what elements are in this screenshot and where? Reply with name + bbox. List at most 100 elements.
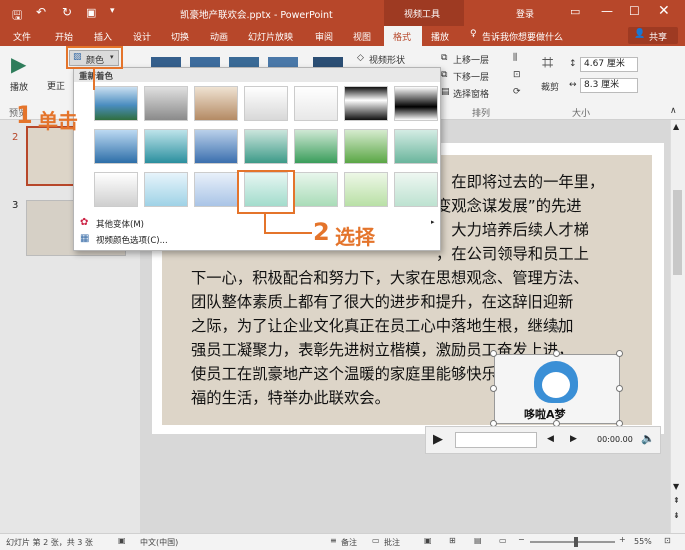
- recolor-swatch[interactable]: [94, 172, 138, 207]
- scroll-up-icon[interactable]: ▲: [673, 122, 679, 131]
- minimize-icon[interactable]: —: [601, 4, 613, 18]
- resize-handle[interactable]: [616, 350, 623, 357]
- slide-sorter-icon[interactable]: ⊞: [449, 536, 456, 545]
- recolor-swatch[interactable]: [344, 86, 388, 121]
- height-input[interactable]: 4.67 厘米: [580, 57, 638, 72]
- tab-slideshow[interactable]: 幻灯片放映: [248, 30, 293, 43]
- recolor-swatch[interactable]: [294, 129, 338, 164]
- tell-me-input[interactable]: 告诉我你想要做什么: [482, 30, 563, 43]
- recolor-swatch[interactable]: [294, 172, 338, 207]
- recolor-swatch[interactable]: [194, 86, 238, 121]
- next-slide-icon[interactable]: ⇟: [673, 511, 680, 520]
- tab-animations[interactable]: 动画: [210, 30, 228, 43]
- spellcheck-icon[interactable]: ▣: [118, 536, 126, 545]
- bring-forward-icon: ⧉: [441, 53, 448, 63]
- comments-button[interactable]: 批注: [384, 537, 400, 548]
- close-icon[interactable]: ✕: [658, 3, 670, 19]
- tab-review[interactable]: 审阅: [315, 30, 333, 43]
- step-forward-icon[interactable]: ▶: [570, 434, 577, 444]
- scrollbar-thumb[interactable]: [673, 190, 682, 275]
- rotate-icon[interactable]: ⟳: [513, 87, 521, 97]
- recolor-swatch[interactable]: [144, 172, 188, 207]
- language-status[interactable]: 中文(中国): [140, 537, 178, 548]
- recolor-swatch[interactable]: [94, 129, 138, 164]
- play-label[interactable]: 播放: [10, 80, 28, 93]
- zoom-in-icon[interactable]: +: [619, 535, 626, 544]
- resize-handle[interactable]: [616, 385, 623, 392]
- recolor-swatch[interactable]: [344, 129, 388, 164]
- play-icon[interactable]: ▶: [433, 432, 443, 447]
- ribbon-display-icon[interactable]: ▭: [570, 5, 580, 18]
- recolor-swatch[interactable]: [94, 86, 138, 121]
- group-icon[interactable]: ⊡: [513, 70, 521, 80]
- width-input[interactable]: 8.3 厘米: [580, 78, 638, 93]
- notes-button[interactable]: 备注: [341, 537, 357, 548]
- correct-label[interactable]: 更正: [47, 79, 65, 92]
- customize-qat-icon[interactable]: ▾: [110, 6, 115, 16]
- tab-playback[interactable]: 播放: [431, 30, 449, 43]
- recolor-swatch[interactable]: [244, 129, 288, 164]
- seek-bar[interactable]: [455, 432, 537, 448]
- scroll-down-icon[interactable]: ▼: [673, 482, 679, 491]
- crop-label[interactable]: 裁剪: [541, 80, 559, 93]
- prev-slide-icon[interactable]: ⇞: [673, 496, 680, 505]
- play-icon[interactable]: ▶: [11, 52, 26, 76]
- resize-handle[interactable]: [490, 350, 497, 357]
- maximize-icon[interactable]: ☐: [629, 4, 640, 18]
- height-icon: ↕: [569, 59, 577, 69]
- zoom-out-icon[interactable]: −: [518, 535, 525, 544]
- tab-file[interactable]: 文件: [13, 30, 31, 43]
- tab-design[interactable]: 设计: [133, 30, 151, 43]
- vertical-scrollbar[interactable]: [670, 120, 685, 533]
- arrange-group-label: 排列: [472, 109, 491, 119]
- tab-format[interactable]: 格式: [393, 30, 411, 43]
- resize-handle[interactable]: [553, 350, 560, 357]
- recolor-swatch[interactable]: [294, 86, 338, 121]
- tab-insert[interactable]: 插入: [94, 30, 112, 43]
- save-icon[interactable]: 🖫: [12, 6, 22, 27]
- zoom-level[interactable]: 55%: [634, 537, 652, 546]
- tab-view[interactable]: 视图: [353, 30, 371, 43]
- bring-forward-button[interactable]: 上移一层: [453, 53, 489, 66]
- start-from-beginning-icon[interactable]: ▣: [86, 6, 96, 19]
- video-shape-button[interactable]: 视频形状: [369, 53, 405, 66]
- login-link[interactable]: 登录: [516, 7, 534, 20]
- slideshow-view-icon[interactable]: ▭: [499, 536, 507, 545]
- rotate-handle-icon[interactable]: ⟳: [551, 322, 561, 336]
- zoom-slider[interactable]: [530, 541, 615, 543]
- slide-number: 2: [12, 132, 19, 143]
- volume-icon[interactable]: 🔈: [641, 432, 655, 445]
- zoom-slider-thumb[interactable]: [574, 537, 578, 547]
- normal-view-icon[interactable]: ▣: [424, 536, 432, 545]
- step-back-icon[interactable]: ◀: [547, 434, 554, 444]
- collapse-ribbon-icon[interactable]: ∧: [670, 106, 677, 116]
- recolor-swatch[interactable]: [394, 172, 438, 207]
- recolor-swatch[interactable]: [394, 86, 438, 121]
- fit-slide-icon[interactable]: ⊡: [664, 536, 671, 545]
- crop-icon[interactable]: ⌗: [542, 50, 553, 74]
- color-options-icon: ▦: [80, 233, 90, 244]
- color-options-item[interactable]: 视频颜色选项(C)...: [96, 234, 168, 246]
- recolor-swatch[interactable]: [194, 129, 238, 164]
- redo-icon[interactable]: ↻: [62, 5, 72, 19]
- context-tab-label: 视频工具: [404, 10, 441, 20]
- send-backward-button[interactable]: 下移一层: [453, 70, 489, 83]
- undo-icon[interactable]: ↶: [36, 5, 46, 19]
- more-variations-item[interactable]: 其他变体(M): [96, 218, 144, 230]
- status-bar: 幻灯片 第 2 张，共 3 张 ▣ 中文(中国) ≡ 备注 ▭ 批注 ▣ ⊞ ▤…: [0, 533, 685, 550]
- tab-transitions[interactable]: 切换: [171, 30, 189, 43]
- selection-pane-icon: ▤: [441, 87, 450, 97]
- align-icon[interactable]: ⫼: [513, 53, 517, 63]
- recolor-swatch[interactable]: [194, 172, 238, 207]
- selection-pane-button[interactable]: 选择窗格: [453, 87, 489, 100]
- lightbulb-icon: ♀: [470, 29, 477, 39]
- recolor-header-bar: [74, 68, 440, 82]
- tab-home[interactable]: 开始: [55, 30, 73, 43]
- reading-view-icon[interactable]: ▤: [474, 536, 482, 545]
- recolor-swatch[interactable]: [144, 129, 188, 164]
- recolor-swatch[interactable]: [144, 86, 188, 121]
- recolor-swatch[interactable]: [244, 86, 288, 121]
- recolor-swatch[interactable]: [344, 172, 388, 207]
- resize-handle[interactable]: [490, 385, 497, 392]
- recolor-swatch[interactable]: [394, 129, 438, 164]
